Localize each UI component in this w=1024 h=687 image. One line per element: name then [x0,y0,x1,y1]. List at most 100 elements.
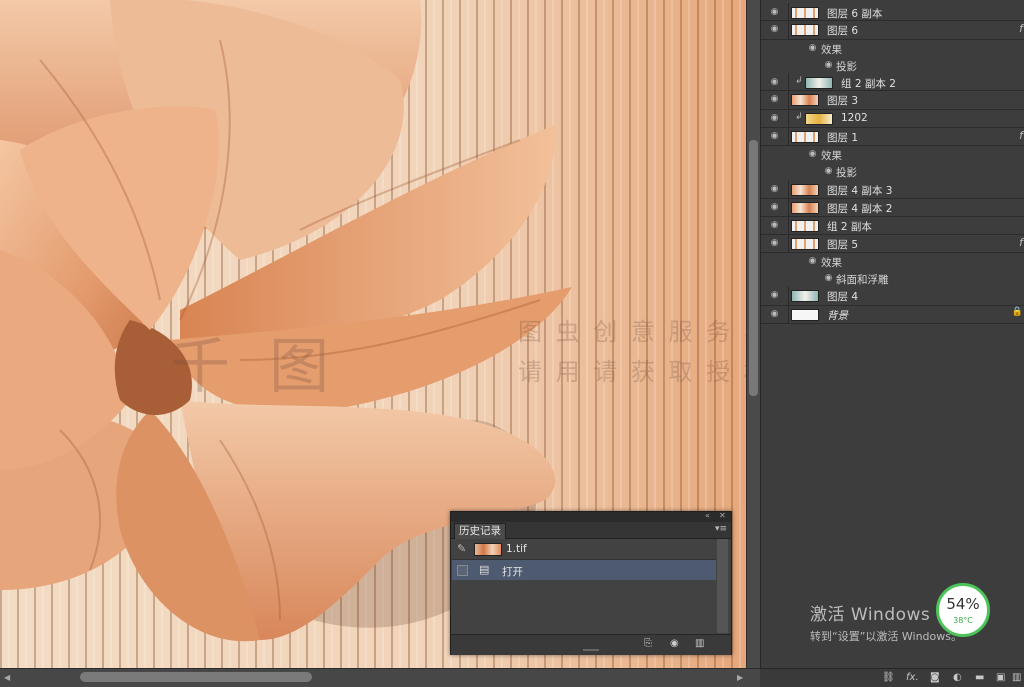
layers-panel: ◉ 图层 6 副本 ◉ 图层 6 f ◉ 效果 ◉ 投影 ◉ ↲ 组 2 副本 2 ◉ 图层 3 ◉ ↲ 120… [760,0,1024,668]
layer-name: 1202 [841,112,868,124]
visibility-eye-icon[interactable]: ◉ [767,114,782,123]
panel-menu-icon[interactable]: ▾≡ [715,524,727,534]
layer-row[interactable]: ◉ 图层 4 [761,286,1024,306]
resize-grip[interactable] [583,649,599,651]
layer-row[interactable]: ◉ ↲ 组 2 副本 2 [761,73,1024,91]
effect-visibility-icon[interactable]: ◉ [821,61,836,70]
new-layer-icon[interactable]: ▣ [996,672,1005,683]
history-tab-row: 历史记录 ▾≡ [451,522,731,539]
visibility-eye-icon[interactable]: ◉ [767,132,782,141]
layer-name: 图层 4 [827,291,859,303]
layer-thumbnail [791,202,819,214]
history-brush-icon: ✎ [457,542,467,555]
layer-effect-row[interactable]: ◉ 投影 [761,56,1024,74]
close-icon[interactable]: ✕ [719,511,726,520]
canvas-vertical-scrollbar[interactable] [746,0,761,668]
layer-row[interactable]: ◉ 图层 3 [761,90,1024,110]
new-document-from-state-icon[interactable]: ⎘ [644,638,652,649]
vertical-scroll-thumb[interactable] [749,140,758,396]
layer-fx-icon[interactable]: f [1019,22,1023,35]
layer-row[interactable]: ◉ ↲ 1202 [761,109,1024,128]
new-group-icon[interactable]: ▬ [975,672,984,683]
visibility-eye-icon[interactable]: ◉ [767,95,782,104]
effect-visibility-icon[interactable]: ◉ [805,44,820,53]
row-divider [788,305,789,323]
effect-name: 斜面和浮雕 [836,274,889,286]
visibility-eye-icon[interactable]: ◉ [767,25,782,34]
layer-fx-icon[interactable]: f [1019,129,1023,142]
layer-name: 图层 3 [827,95,859,107]
layer-name: 图层 6 副本 [827,8,883,20]
document-icon: ▤ [479,563,490,576]
delete-layer-icon[interactable]: ▥ [1012,672,1021,683]
layer-effect-row[interactable]: ◉ 效果 [761,145,1024,163]
scroll-right-icon[interactable]: ▶ [737,673,743,682]
layer-name: 背景 [827,310,848,322]
history-checkbox[interactable] [457,565,468,576]
layer-name: 图层 5 [827,239,859,251]
trash-icon[interactable]: ▥ [695,638,704,649]
horizontal-scroll-thumb[interactable] [80,672,312,682]
history-panel-titlebar[interactable]: « ✕ [451,511,731,522]
layer-name: 组 2 副本 [827,221,872,233]
layer-row[interactable]: ◉ 背景 🔒 [761,305,1024,324]
layer-row[interactable]: ◉ 图层 6 副本 [761,3,1024,21]
visibility-eye-icon[interactable]: ◉ [767,239,782,248]
visibility-eye-icon[interactable]: ◉ [767,203,782,212]
effect-visibility-icon[interactable]: ◉ [821,274,836,283]
system-monitor-gauge[interactable]: 54% 38°C [936,583,990,637]
layer-name: 图层 6 [827,25,859,37]
layer-thumbnail [791,7,819,19]
canvas-horizontal-scrollbar[interactable]: ◀ ▶ [0,668,760,687]
layer-row[interactable]: ◉ 图层 6 f [761,20,1024,40]
history-footer: ⎘ ◉ ▥ [451,634,731,655]
collapse-icon[interactable]: « [705,511,710,520]
watermark-line1: 图 虫 创 意 服 务 与 协 作 平 台 [518,318,746,346]
effect-visibility-icon[interactable]: ◉ [821,167,836,176]
layer-row[interactable]: ◉ 组 2 副本 [761,216,1024,235]
layer-mask-icon[interactable]: ◙ [930,672,940,683]
watermark-logo: 千 图 [170,332,340,402]
history-snapshot[interactable]: ✎ 1.tif [452,539,716,560]
link-layers-icon[interactable]: ⛓ [882,672,895,683]
history-panel: « ✕ 历史记录 ▾≡ ✎ 1.tif ▤ 打开 ⎘ ◉ ▥ [450,511,732,655]
adjustment-layer-icon[interactable]: ◐ [953,672,962,683]
layer-thumbnail [805,77,833,89]
visibility-eye-icon[interactable]: ◉ [767,310,782,319]
layer-row[interactable]: ◉ 图层 4 副本 2 [761,198,1024,217]
visibility-eye-icon[interactable]: ◉ [767,291,782,300]
layer-row[interactable]: ◉ 图层 5 f [761,234,1024,253]
row-divider [788,3,789,20]
effect-name: 投影 [836,167,857,179]
effect-name: 效果 [821,150,842,162]
layer-thumbnail [791,94,819,106]
visibility-eye-icon[interactable]: ◉ [767,185,782,194]
scroll-left-icon[interactable]: ◀ [4,673,10,682]
history-scrollbar[interactable] [717,539,728,633]
history-step-open[interactable]: ▤ 打开 [452,560,716,580]
effect-visibility-icon[interactable]: ◉ [805,257,820,266]
camera-icon[interactable]: ◉ [670,638,679,649]
row-divider [788,73,789,90]
row-divider [788,216,789,234]
layer-thumbnail [791,309,819,321]
layer-effect-row[interactable]: ◉ 效果 [761,39,1024,57]
visibility-eye-icon[interactable]: ◉ [767,221,782,230]
row-divider [788,286,789,305]
row-divider [788,90,789,109]
visibility-eye-icon[interactable]: ◉ [767,78,782,87]
clipping-mask-icon: ↲ [795,112,803,122]
effect-visibility-icon[interactable]: ◉ [805,150,820,159]
effect-name: 效果 [821,257,842,269]
layer-row[interactable]: ◉ 图层 4 副本 3 [761,180,1024,199]
snapshot-name: 1.tif [506,543,527,555]
fx-icon[interactable]: fx. [906,672,919,683]
layer-row[interactable]: ◉ 图层 1 f [761,127,1024,146]
layer-effect-row[interactable]: ◉ 投影 [761,162,1024,180]
tab-history[interactable]: 历史记录 [454,523,506,539]
layer-effect-row[interactable]: ◉ 斜面和浮雕 [761,269,1024,287]
layer-thumbnail [791,220,819,232]
layer-effect-row[interactable]: ◉ 效果 [761,252,1024,270]
layer-fx-icon[interactable]: f [1019,236,1023,249]
visibility-eye-icon[interactable]: ◉ [767,8,782,17]
